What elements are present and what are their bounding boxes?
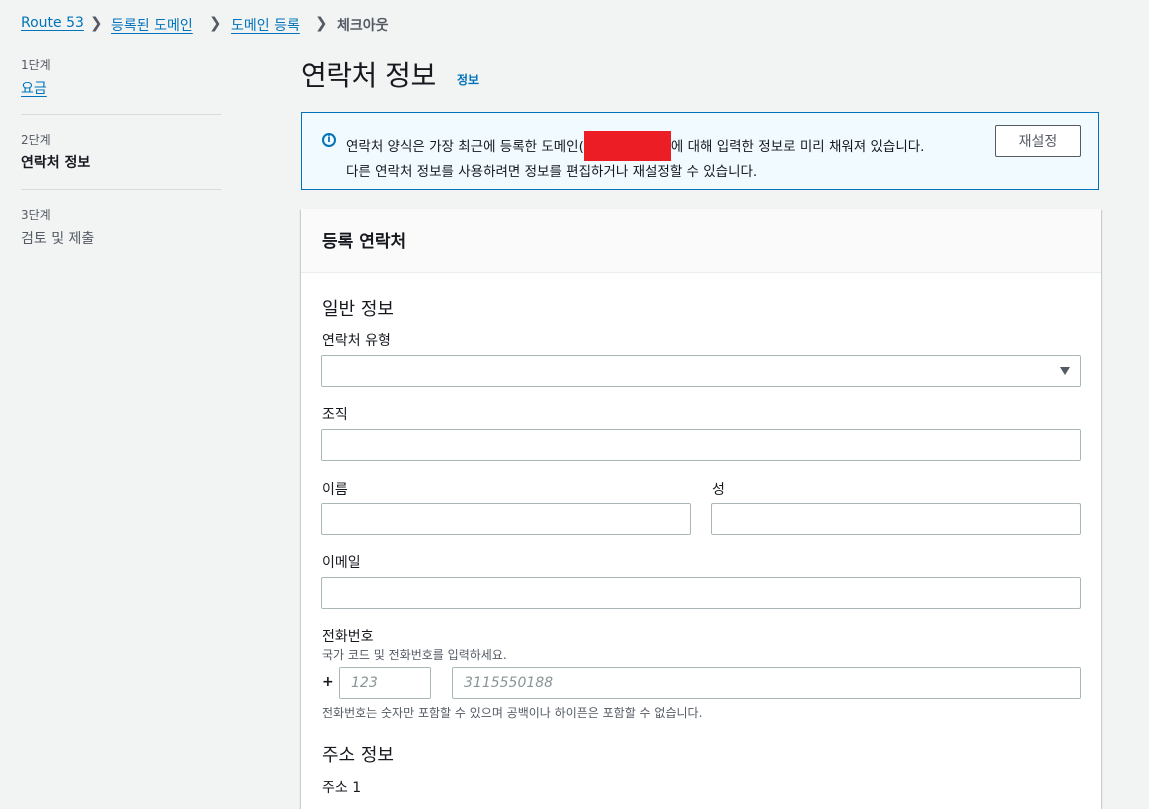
email-input[interactable] (321, 577, 1081, 609)
phone-number-placeholder: 3115550188 (464, 675, 554, 691)
step-1-label: 1단계 (21, 58, 51, 72)
alert-message: 연락처 양식은 가장 최근에 등록한 도메인( 에 대해 입력한 정보로 미리 채… (346, 131, 986, 183)
organization-label: 조직 (322, 407, 348, 423)
chevron-right-icon: ❯ (315, 14, 328, 32)
address1-label: 주소 1 (322, 780, 362, 796)
info-link[interactable]: 정보 (457, 71, 479, 88)
phone-description: 국가 코드 및 전화번호를 입력하세요. (322, 648, 507, 662)
breadcrumb-registered-domains[interactable]: 등록된 도메인 (111, 15, 193, 35)
panel-header: 등록 연락처 (301, 209, 1101, 273)
page-title: 연락처 정보 (301, 59, 436, 92)
last-name-label: 성 (712, 482, 725, 498)
phone-label: 전화번호 (322, 629, 374, 645)
chevron-right-icon: ❯ (209, 14, 222, 32)
step-1-link[interactable]: 요금 (21, 78, 47, 98)
alert-line1-end: 에 대해 입력한 정보로 미리 채워져 있습니다. (670, 139, 925, 155)
info-alert: i 연락처 양식은 가장 최근에 등록한 도메인( 에 대해 입력한 정보로 미리… (301, 112, 1099, 190)
phone-hint: 전화번호는 숫자만 포함할 수 있으며 공백이나 하이픈은 포함할 수 없습니다… (322, 706, 703, 720)
caret-down-icon (1060, 367, 1070, 375)
info-icon: i (322, 133, 336, 147)
step-3-text: 검토 및 제출 (21, 231, 95, 247)
step-divider (21, 114, 221, 115)
address-info-heading: 주소 정보 (322, 745, 394, 766)
step-divider (21, 189, 221, 190)
step-3-label: 3단계 (21, 208, 51, 222)
step-2-current: 연락처 정보 (21, 155, 91, 171)
breadcrumb-register-domain[interactable]: 도메인 등록 (231, 15, 300, 35)
plus-sign: + (322, 674, 334, 690)
email-label: 이메일 (322, 555, 361, 571)
registrant-contact-panel: 등록 연락처 일반 정보 연락처 유형 조직 이름 성 이메일 전화번호 국가 … (301, 209, 1101, 809)
contact-type-select[interactable] (321, 355, 1081, 387)
last-name-input[interactable] (711, 503, 1081, 535)
breadcrumb-route53[interactable]: Route 53 (21, 15, 84, 31)
chevron-right-icon: ❯ (90, 14, 103, 32)
general-info-heading: 일반 정보 (322, 299, 394, 320)
organization-input[interactable] (321, 429, 1081, 461)
redacted-domain (583, 131, 671, 161)
country-code-placeholder: 123 (351, 675, 378, 691)
reset-button[interactable]: 재설정 (995, 125, 1081, 157)
first-name-input[interactable] (321, 503, 691, 535)
step-2-label: 2단계 (21, 133, 51, 147)
phone-number-input[interactable]: 3115550188 (452, 667, 1081, 699)
first-name-label: 이름 (322, 482, 348, 498)
breadcrumb-current: 체크아웃 (337, 18, 389, 34)
panel-title: 등록 연락처 (322, 232, 407, 252)
alert-line2: 다른 연락처 정보를 사용하려면 정보를 편집하거나 재설정할 수 있습니다. (346, 164, 758, 180)
alert-line1-start: 연락처 양식은 가장 최근에 등록한 도메인( (346, 139, 584, 155)
country-code-input[interactable]: 123 (339, 667, 431, 699)
contact-type-label: 연락처 유형 (322, 333, 391, 349)
